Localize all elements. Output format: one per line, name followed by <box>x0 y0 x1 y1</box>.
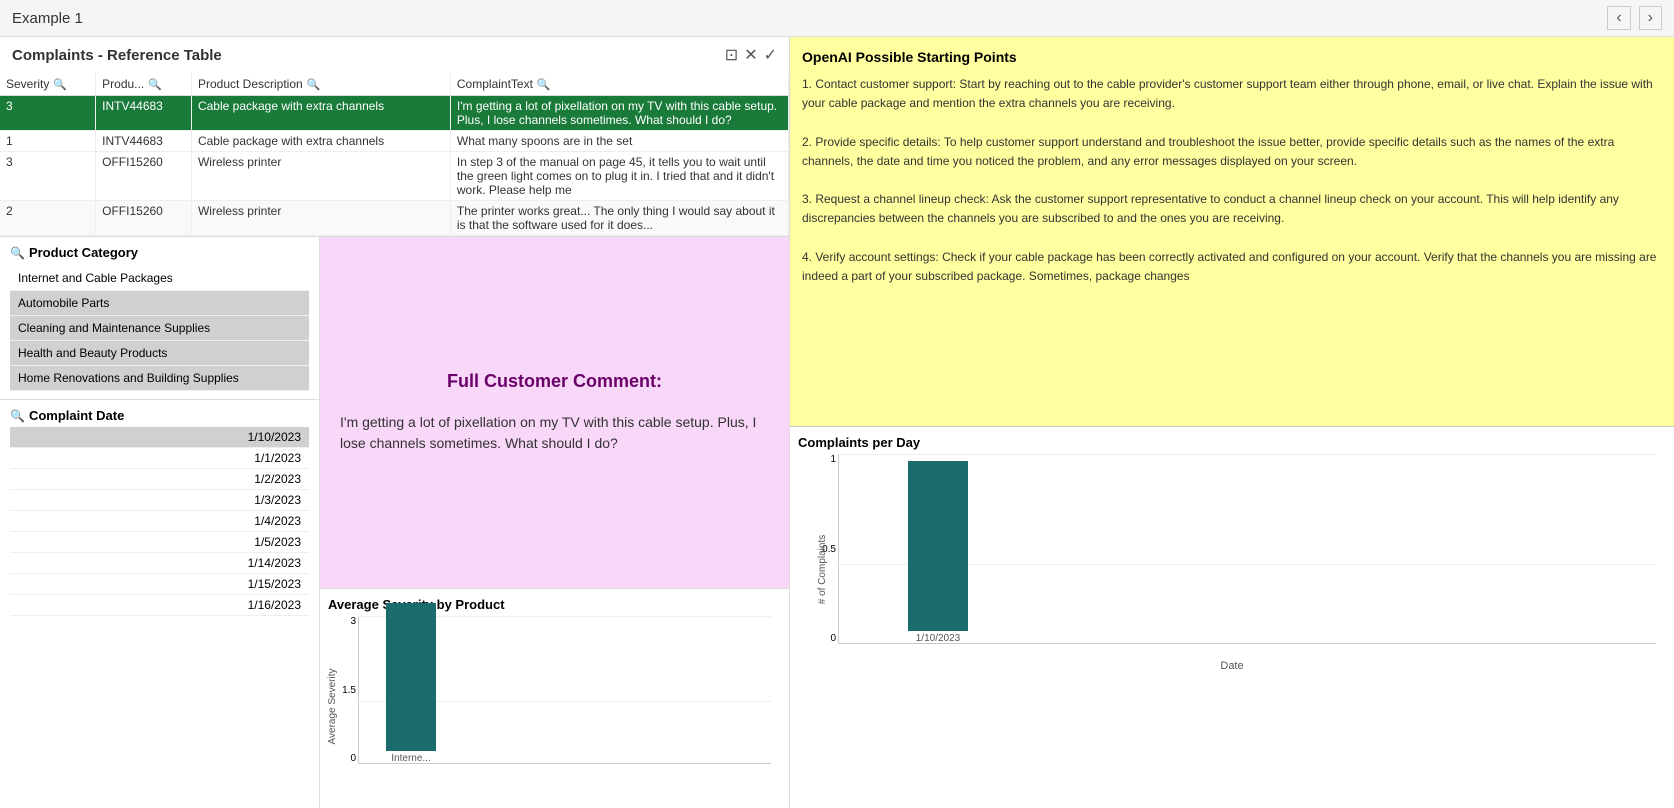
bar-x-label: Interne... <box>391 753 430 764</box>
nav-controls: ‹ › <box>1607 6 1662 30</box>
y-min-label: 0 <box>350 753 356 764</box>
severity-bar <box>386 603 436 751</box>
category-item[interactable]: Home Renovations and Building Supplies <box>10 366 309 391</box>
comment-text: I'm getting a lot of pixellation on my T… <box>340 412 769 454</box>
complaints-day-title: Complaints per Day <box>798 435 1666 450</box>
product-category-label: 🔍 Product Category <box>10 245 309 260</box>
y-axis-label-severity: Average Severity <box>327 669 338 745</box>
date-item[interactable]: 1/1/2023 <box>10 448 309 469</box>
date-item[interactable]: 1/15/2023 <box>10 574 309 595</box>
category-item[interactable]: Automobile Parts <box>10 291 309 316</box>
table-controls: ⊡ ✕ ✓ <box>725 45 777 65</box>
complaint-date-label: 🔍 Complaint Date <box>10 408 309 423</box>
category-item[interactable]: Internet and Cable Packages <box>10 266 309 291</box>
confirm-button[interactable]: ✓ <box>764 45 777 65</box>
search-icon-category: 🔍 <box>10 246 25 260</box>
col-description: Product Description🔍 <box>191 73 450 96</box>
right-content-col: Full Customer Comment: I'm getting a lot… <box>320 237 789 808</box>
complaint-date-section: 🔍 Complaint Date 1/10/20231/1/20231/2/20… <box>0 400 319 624</box>
date-item[interactable]: 1/14/2023 <box>10 553 309 574</box>
charts-row: Average Severity by Product 3 1.5 0 <box>320 588 789 808</box>
expand-button[interactable]: ⊡ <box>725 45 738 65</box>
table-row[interactable]: 2 OFFI15260 Wireless printer The printer… <box>0 201 789 236</box>
left-panel: Complaints - Reference Table ⊡ ✕ ✓ Sever… <box>0 37 790 808</box>
x-axis-label-date: Date <box>1220 660 1243 672</box>
page-title: Example 1 <box>12 10 83 27</box>
ref-table-title: Complaints - Reference Table <box>12 47 222 64</box>
date-item[interactable]: 1/3/2023 <box>10 490 309 511</box>
complaint-search-icon[interactable]: 🔍 <box>537 78 551 91</box>
col-complaint: ComplaintText🔍 <box>450 73 788 96</box>
reference-table-section: Complaints - Reference Table ⊡ ✕ ✓ Sever… <box>0 37 789 237</box>
prev-button[interactable]: ‹ <box>1607 6 1630 30</box>
category-item[interactable]: Cleaning and Maintenance Supplies <box>10 316 309 341</box>
category-list: Internet and Cable PackagesAutomobile Pa… <box>10 266 309 391</box>
col-severity: Severity🔍 <box>0 73 96 96</box>
date-item[interactable]: 1/10/2023 <box>10 427 309 448</box>
date-item[interactable]: 1/16/2023 <box>10 595 309 616</box>
day-y-max: 1 <box>830 454 836 465</box>
complaints-per-day-section: Complaints per Day 1 0.5 0 # of Complain… <box>790 427 1674 808</box>
right-panel: OpenAI Possible Starting Points 1. Conta… <box>790 37 1674 808</box>
openai-section: OpenAI Possible Starting Points 1. Conta… <box>790 37 1674 427</box>
next-button[interactable]: › <box>1639 6 1662 30</box>
desc-search-icon[interactable]: 🔍 <box>307 78 321 91</box>
search-icon-date: 🔍 <box>10 409 25 423</box>
col-product: Produ...🔍 <box>96 73 192 96</box>
close-button[interactable]: ✕ <box>744 45 757 65</box>
day-y-min: 0 <box>830 633 836 644</box>
table-row[interactable]: 1 INTV44683 Cable package with extra cha… <box>0 131 789 152</box>
y-mid-label: 1.5 <box>342 685 356 696</box>
day-bar <box>908 461 968 631</box>
product-category-section: 🔍 Product Category Internet and Cable Pa… <box>0 237 319 400</box>
severity-search-icon[interactable]: 🔍 <box>53 78 67 91</box>
date-item[interactable]: 1/4/2023 <box>10 511 309 532</box>
complaints-table: Severity🔍 Produ...🔍 Product Description🔍… <box>0 73 789 236</box>
date-list: 1/10/20231/1/20231/2/20231/3/20231/4/202… <box>10 427 309 616</box>
comment-panel: Full Customer Comment: I'm getting a lot… <box>320 237 789 588</box>
product-search-icon[interactable]: 🔍 <box>148 78 162 91</box>
avg-severity-chart: Average Severity by Product 3 1.5 0 <box>320 589 789 808</box>
table-row[interactable]: 3 INTV44683 Cable package with extra cha… <box>0 96 789 131</box>
date-item[interactable]: 1/2/2023 <box>10 469 309 490</box>
table-wrapper: Severity🔍 Produ...🔍 Product Description🔍… <box>0 73 789 236</box>
date-item[interactable]: 1/5/2023 <box>10 532 309 553</box>
filter-panel: 🔍 Product Category Internet and Cable Pa… <box>0 237 320 808</box>
openai-content: 1. Contact customer support: Start by re… <box>802 75 1662 286</box>
y-max-label: 3 <box>350 616 356 627</box>
category-item[interactable]: Health and Beauty Products <box>10 341 309 366</box>
table-row[interactable]: 3 OFFI15260 Wireless printer In step 3 o… <box>0 152 789 201</box>
openai-title: OpenAI Possible Starting Points <box>802 49 1662 65</box>
y-axis-label-complaints: # of Complaints <box>817 530 828 610</box>
comment-title: Full Customer Comment: <box>447 371 662 392</box>
day-bar-x-label: 1/10/2023 <box>916 633 961 644</box>
bottom-left: 🔍 Product Category Internet and Cable Pa… <box>0 237 789 808</box>
